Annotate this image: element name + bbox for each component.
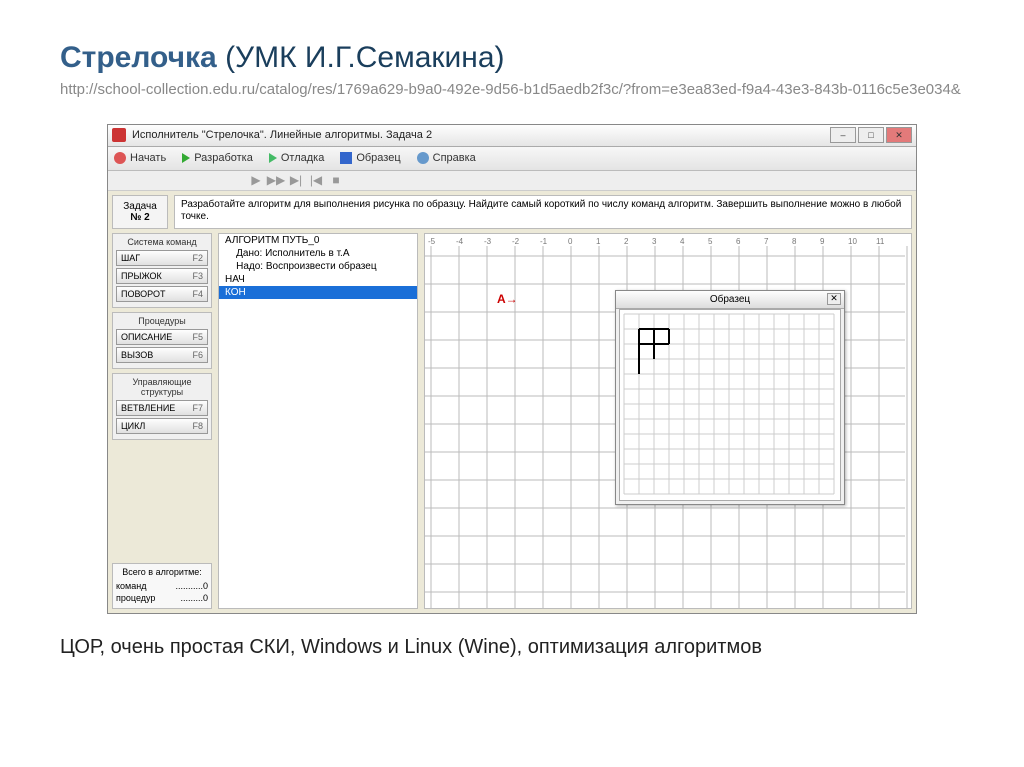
code-line[interactable]: АЛГОРИТМ ПУТЬ_0 [219,234,417,247]
code-line[interactable]: Надо: Воспроизвести образец [219,260,417,273]
svg-text:10: 10 [848,237,857,246]
play-button[interactable]: ▶ [248,172,264,188]
sample-close-button[interactable]: ✕ [827,293,841,305]
svg-text:-4: -4 [456,237,464,246]
svg-text:7: 7 [764,237,769,246]
svg-text:11: 11 [876,237,885,246]
menu-start[interactable]: Начать [114,152,166,164]
drawing-grid[interactable]: -5 -4 -3 -2 -1 0 1 2 3 4 5 6 7 8 9 10 11 A→ Образец ✕ [424,233,912,609]
sample-window[interactable]: Образец ✕ [615,290,845,505]
app-window: Исполнитель "Стрелочка". Линейные алгори… [107,124,917,614]
branch-button[interactable]: ВЕТВЛЕНИЕF7 [116,400,208,416]
code-line[interactable]: Дано: Исполнитель в т.А [219,247,417,260]
pointer-marker: A→ [497,292,518,306]
svg-text:-5: -5 [428,237,436,246]
debug-icon [269,153,277,163]
svg-text:0: 0 [568,237,573,246]
maximize-button[interactable]: □ [858,127,884,143]
commands-group-title: Система команд [116,237,208,247]
jump-button[interactable]: ПРЫЖОКF3 [116,268,208,284]
svg-text:4: 4 [680,237,685,246]
window-title: Исполнитель "Стрелочка". Линейные алгори… [132,129,432,141]
step-forward-button[interactable]: ▶| [288,172,304,188]
playback-toolbar: ▶ ▶▶ ▶| |◀ ■ [108,171,916,191]
code-editor[interactable]: АЛГОРИТМ ПУТЬ_0 Дано: Исполнитель в т.А … [218,233,418,609]
app-icon [112,128,126,142]
commands-panel: Система команд ШАГF2 ПРЫЖОКF3 ПОВОРОТF4 … [112,233,212,609]
procedures-group-title: Процедуры [116,316,208,326]
help-icon [417,152,429,164]
structures-group-title: Управляющие структуры [116,377,208,397]
menu-help[interactable]: Справка [417,152,476,164]
svg-text:-2: -2 [512,237,520,246]
svg-text:8: 8 [792,237,797,246]
slide-footer: ЦОР, очень простая СКИ, Windows и Linux … [60,636,964,659]
task-description: Разработайте алгоритм для выполнения рис… [174,195,912,229]
close-button[interactable]: ✕ [886,127,912,143]
slide-title-rest: (УМК И.Г.Семакина) [217,41,505,74]
sample-icon [340,152,352,164]
svg-text:1: 1 [596,237,601,246]
svg-text:9: 9 [820,237,825,246]
loop-button[interactable]: ЦИКЛF8 [116,418,208,434]
stop-button[interactable]: ■ [328,172,344,188]
menu-sample[interactable]: Образец [340,152,400,164]
develop-icon [182,153,190,163]
describe-button[interactable]: ОПИСАНИЕF5 [116,329,208,345]
slide-title: Стрелочка (УМК И.Г.Семакина) [60,40,964,76]
slide-title-main: Стрелочка [60,41,217,74]
fast-forward-button[interactable]: ▶▶ [268,172,284,188]
code-line[interactable]: НАЧ [219,273,417,286]
rewind-button[interactable]: |◀ [308,172,324,188]
menu-debug[interactable]: Отладка [269,152,324,164]
sample-title: Образец ✕ [616,291,844,309]
minimize-button[interactable]: – [830,127,856,143]
code-line[interactable]: КОН [219,286,417,299]
menu-develop[interactable]: Разработка [182,152,253,164]
svg-text:3: 3 [652,237,657,246]
svg-text:-3: -3 [484,237,492,246]
start-icon [114,152,126,164]
task-number-label: Задача № 2 [112,195,168,229]
call-button[interactable]: ВЫЗОВF6 [116,347,208,363]
slide-url: http://school-collection.edu.ru/catalog/… [60,80,964,100]
window-titlebar: Исполнитель "Стрелочка". Линейные алгори… [108,125,916,147]
stats-panel: Всего в алгоритме: команд...........0 пр… [112,563,212,608]
svg-text:5: 5 [708,237,713,246]
turn-button[interactable]: ПОВОРОТF4 [116,286,208,302]
svg-text:6: 6 [736,237,741,246]
svg-text:-1: -1 [540,237,548,246]
step-button[interactable]: ШАГF2 [116,250,208,266]
svg-text:2: 2 [624,237,629,246]
menubar: Начать Разработка Отладка Образец Справк… [108,147,916,171]
